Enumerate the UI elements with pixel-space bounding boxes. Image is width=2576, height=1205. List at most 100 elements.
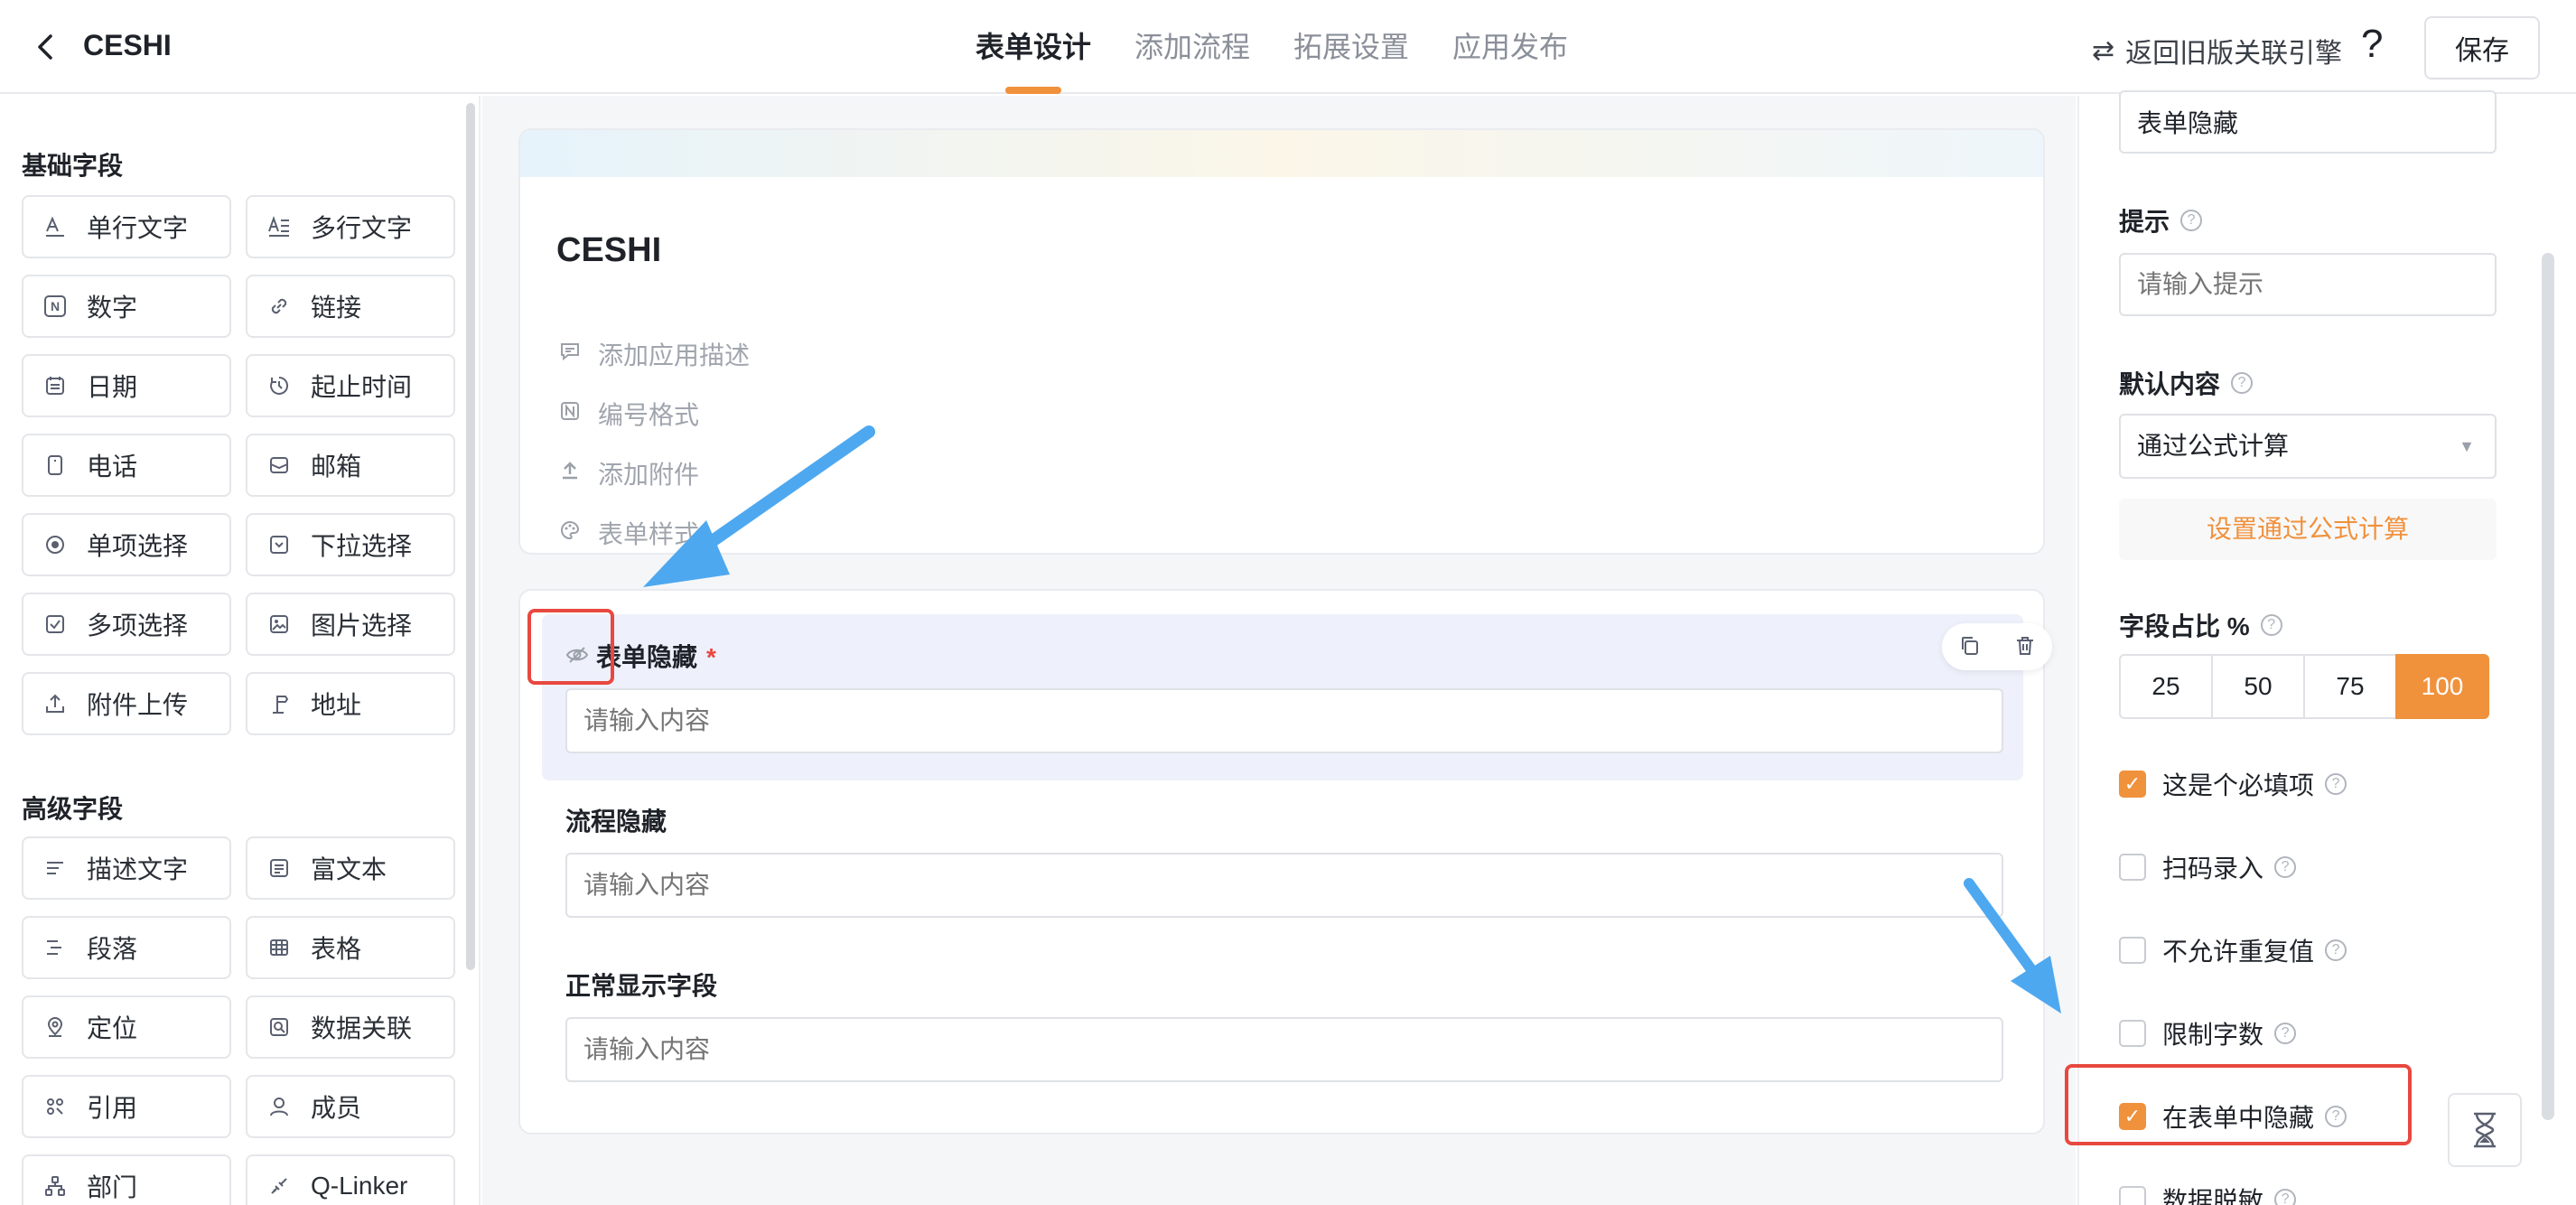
table-icon [266,934,293,961]
field-label: 富文本 [311,855,387,883]
hint-input[interactable] [2119,253,2497,316]
question-circle-icon[interactable]: ? [2325,939,2347,961]
field-link[interactable]: 链接 [246,275,455,338]
eye-hidden-icon [565,643,589,672]
field-label: 引用 [87,1094,138,1122]
checkbox-box [2119,937,2146,964]
tab-label: 表单设计 [975,31,1092,63]
phone-icon [42,452,69,479]
field-single-line-text[interactable]: 单行文字 [22,195,231,258]
default-content-select[interactable]: 通过公式计算 ▼ [2119,414,2497,479]
form-style[interactable]: 表单样式 [556,515,699,551]
field-radio[interactable]: 单项选择 [22,513,231,576]
field-actions [1942,623,2052,670]
question-circle-icon[interactable]: ? [2180,210,2203,231]
tab-extension-settings[interactable]: 拓展设置 [1293,0,1409,94]
field-reference[interactable]: 引用 [22,1075,231,1138]
field-label: 定位 [87,1014,138,1042]
tab-form-design[interactable]: 表单设计 [975,0,1091,94]
field-paragraph[interactable]: 段落 [22,916,231,979]
question-circle-icon[interactable]: ? [2325,1106,2347,1127]
question-circle-icon[interactable]: ? [2325,773,2347,795]
field-mail[interactable]: 邮箱 [246,434,455,497]
question-circle-icon[interactable]: ? [2274,856,2297,878]
question-circle-icon[interactable]: ? [2274,1189,2297,1205]
field-time-range[interactable]: 起止时间 [246,354,455,417]
field-date[interactable]: 日期 [22,354,231,417]
set-formula-button[interactable]: 设置通过公式计算 [2119,499,2497,560]
help-icon[interactable]: ? [2361,22,2383,67]
save-button[interactable]: 保存 [2424,16,2540,79]
field-image-select[interactable]: 图片选择 [246,593,455,656]
limit-chars-checkbox[interactable]: 限制字数 ? [2119,1015,2297,1051]
field-label: 链接 [311,294,362,322]
field-label: 地址 [311,691,362,719]
form-canvas: CESHI 添加应用描述 编号格式 添加附件 表单样式 表单隐藏 * 请输入内容… [482,96,2076,1205]
time-range-icon [266,372,293,399]
reference-icon [42,1093,69,1120]
field-label: 多行文字 [311,214,413,242]
copy-icon[interactable] [1957,634,1983,659]
question-circle-icon[interactable]: ? [2231,372,2254,394]
properties-scrollbar[interactable] [2542,253,2554,1120]
question-circle-icon[interactable]: ? [2274,1023,2297,1044]
form-hidden-input[interactable] [565,688,2003,753]
process-hidden-input[interactable] [565,853,2003,918]
field-title-input[interactable] [2119,90,2497,154]
required-checkbox[interactable]: ✓ 这是个必填项 ? [2119,766,2347,802]
checkbox-label: 限制字数 [2162,1021,2264,1049]
field-data-link[interactable]: 数据关联 [246,995,455,1059]
field-label: 描述文字 [87,855,189,883]
mail-icon [266,452,293,479]
checkbox-label: 在表单中隐藏 [2162,1104,2315,1132]
question-circle-icon[interactable]: ? [2260,614,2282,636]
ratio-option-50[interactable]: 50 [2211,654,2305,719]
tab-label: 应用发布 [1452,31,1569,63]
tab-add-process[interactable]: 添加流程 [1134,0,1250,94]
add-attachment[interactable]: 添加附件 [556,455,699,491]
dropdown-icon [266,531,293,558]
field-label: 部门 [87,1173,138,1201]
normal-display-input[interactable] [565,1017,2003,1082]
field-attachment-upload[interactable]: 附件上传 [22,672,231,735]
add-app-description[interactable]: 添加应用描述 [556,336,750,372]
attachment-upload-icon [556,460,583,488]
ratio-option-100[interactable]: 100 [2395,654,2489,719]
return-legacy-engine-link[interactable]: ⇄ 返回旧版关联引擎 [2092,31,2342,70]
field-checkbox[interactable]: 多项选择 [22,593,231,656]
ratio-option-75[interactable]: 75 [2303,654,2397,719]
field-table[interactable]: 表格 [246,916,455,979]
meta-label: 添加应用描述 [598,341,751,369]
data-masking-checkbox[interactable]: 数据脱敏 ? [2119,1182,2297,1205]
palette-scrollbar[interactable] [466,103,475,970]
field-dropdown[interactable]: 下拉选择 [246,513,455,576]
field-location[interactable]: 定位 [22,995,231,1059]
field-label: 下拉选择 [311,532,413,560]
multi-line-text-icon [266,213,293,240]
field-rich-text[interactable]: 富文本 [246,836,455,900]
number-format[interactable]: 编号格式 [556,396,699,432]
field-address[interactable]: 地址 [246,672,455,735]
field-q-linker[interactable]: Q-Linker [246,1154,455,1205]
no-duplicate-checkbox[interactable]: 不允许重复值 ? [2119,932,2347,968]
field-label: Q-Linker [311,1172,408,1200]
delete-icon[interactable] [2012,634,2038,659]
form-title[interactable]: CESHI [556,231,661,270]
ratio-option-25[interactable]: 25 [2119,654,2213,719]
default-content-value: 通过公式计算 [2137,432,2290,460]
field-multi-line-text[interactable]: 多行文字 [246,195,455,258]
advanced-fields-title: 高级字段 [22,795,124,823]
hourglass-icon[interactable] [2448,1093,2522,1167]
field-member[interactable]: 成员 [246,1075,455,1138]
field-department[interactable]: 部门 [22,1154,231,1205]
field-phone[interactable]: 电话 [22,434,231,497]
hide-in-form-checkbox[interactable]: ✓ 在表单中隐藏 ? [2119,1098,2347,1135]
paragraph-icon [42,934,69,961]
back-arrow-icon[interactable] [27,27,67,67]
checkbox-box [2119,1020,2146,1047]
scan-input-checkbox[interactable]: 扫码录入 ? [2119,849,2297,885]
field-number[interactable]: N 数字 [22,275,231,338]
tab-app-publish[interactable]: 应用发布 [1452,0,1568,94]
tab-label: 添加流程 [1134,31,1251,63]
field-description[interactable]: 描述文字 [22,836,231,900]
